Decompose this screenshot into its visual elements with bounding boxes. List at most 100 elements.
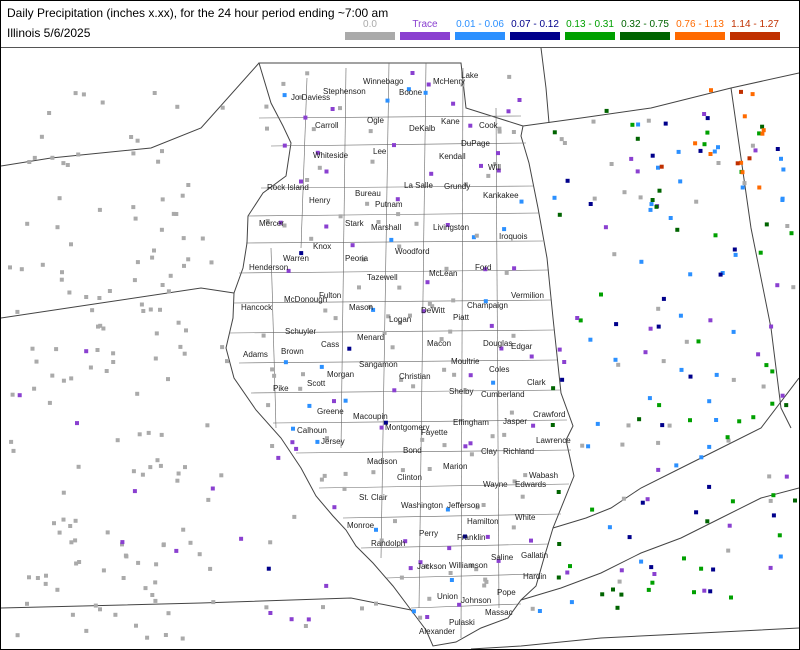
- county-label: Clinton: [397, 473, 422, 482]
- station-marker: [131, 151, 136, 156]
- station-marker: [647, 396, 652, 401]
- station-marker: [452, 372, 457, 377]
- county-label: Pike: [273, 384, 289, 393]
- station-marker: [282, 143, 287, 148]
- station-marker: [57, 530, 62, 535]
- station-marker: [186, 183, 191, 187]
- station-marker: [758, 250, 763, 255]
- county-label: Christian: [399, 372, 431, 381]
- station-marker: [178, 344, 183, 349]
- station-marker: [266, 566, 271, 571]
- station-marker: [531, 423, 536, 428]
- station-marker: [699, 566, 704, 571]
- station-marker: [61, 517, 66, 522]
- station-marker: [98, 607, 102, 612]
- county-label: DeKalb: [409, 124, 436, 133]
- station-marker: [261, 333, 266, 338]
- station-marker: [559, 137, 564, 142]
- county-label: Sangamon: [359, 360, 398, 369]
- precipitation-map: Jo DaviessStephensonWinnebagoBooneMcHenr…: [1, 48, 799, 649]
- county-label: Fulton: [319, 291, 341, 300]
- station-marker: [678, 313, 683, 318]
- station-marker: [529, 354, 534, 359]
- station-marker: [678, 179, 683, 184]
- station-marker: [675, 227, 680, 232]
- station-marker: [725, 435, 730, 440]
- station-marker: [132, 278, 137, 283]
- station-marker: [163, 633, 168, 637]
- station-marker: [220, 345, 225, 350]
- station-marker: [733, 252, 738, 257]
- station-marker: [511, 333, 516, 338]
- station-marker: [150, 593, 155, 597]
- station-marker: [565, 178, 570, 183]
- station-marker: [186, 257, 191, 262]
- legend-item: 0.0: [343, 19, 397, 43]
- station-marker: [101, 326, 106, 331]
- station-marker: [771, 493, 776, 498]
- map-frame: Daily Precipitation (inches x.xx), for t…: [0, 0, 800, 650]
- station-marker: [702, 112, 707, 116]
- station-marker: [552, 130, 557, 135]
- station-marker: [360, 606, 364, 611]
- station-marker: [757, 185, 762, 190]
- station-marker: [342, 486, 347, 491]
- station-marker: [716, 145, 720, 150]
- station-marker: [61, 490, 66, 495]
- legend-swatch: [345, 32, 395, 40]
- county-label: Macoupin: [353, 412, 388, 421]
- station-marker: [489, 323, 494, 328]
- county-label: Brown: [281, 347, 304, 356]
- station-marker: [75, 421, 79, 426]
- station-marker: [552, 195, 557, 200]
- station-marker: [210, 486, 215, 491]
- station-marker: [427, 467, 432, 471]
- station-marker: [27, 575, 31, 580]
- county-label: Stephenson: [323, 87, 366, 96]
- station-marker: [282, 93, 287, 98]
- station-marker: [180, 193, 185, 198]
- station-marker: [760, 131, 765, 136]
- station-marker: [120, 540, 125, 545]
- station-marker: [656, 324, 661, 329]
- station-marker: [740, 185, 745, 190]
- station-marker: [333, 316, 338, 321]
- station-marker: [550, 423, 555, 427]
- station-marker: [176, 320, 181, 325]
- station-marker: [396, 212, 401, 217]
- county-label: Knox: [313, 242, 331, 251]
- station-marker: [737, 419, 742, 424]
- station-marker: [645, 497, 650, 502]
- station-marker: [323, 308, 328, 313]
- station-marker: [9, 439, 14, 444]
- station-marker: [771, 513, 776, 518]
- station-marker: [660, 423, 665, 428]
- station-marker: [148, 465, 153, 470]
- station-marker: [427, 596, 432, 601]
- station-marker: [272, 373, 277, 378]
- station-marker: [640, 500, 645, 505]
- station-marker: [694, 510, 699, 515]
- station-marker: [637, 417, 642, 422]
- county-label: Bureau: [355, 189, 381, 198]
- station-marker: [420, 437, 425, 442]
- station-marker: [160, 197, 165, 202]
- county-label: Alexander: [419, 627, 455, 636]
- kentucky-tennessee-line: [470, 627, 799, 649]
- station-marker: [135, 391, 140, 396]
- state-line-iowa-missouri: [1, 287, 235, 319]
- station-marker: [429, 171, 434, 176]
- county-label: Putnam: [375, 200, 403, 209]
- station-marker: [392, 388, 397, 393]
- county-label: Saline: [491, 553, 514, 562]
- station-marker: [143, 586, 148, 591]
- station-marker: [208, 566, 213, 571]
- station-marker: [568, 564, 572, 569]
- station-marker: [121, 576, 126, 580]
- station-marker: [132, 489, 137, 494]
- station-marker: [635, 169, 640, 174]
- legend-label: Trace: [412, 19, 438, 30]
- station-marker: [81, 92, 86, 97]
- station-marker: [609, 162, 614, 166]
- station-marker: [50, 373, 55, 378]
